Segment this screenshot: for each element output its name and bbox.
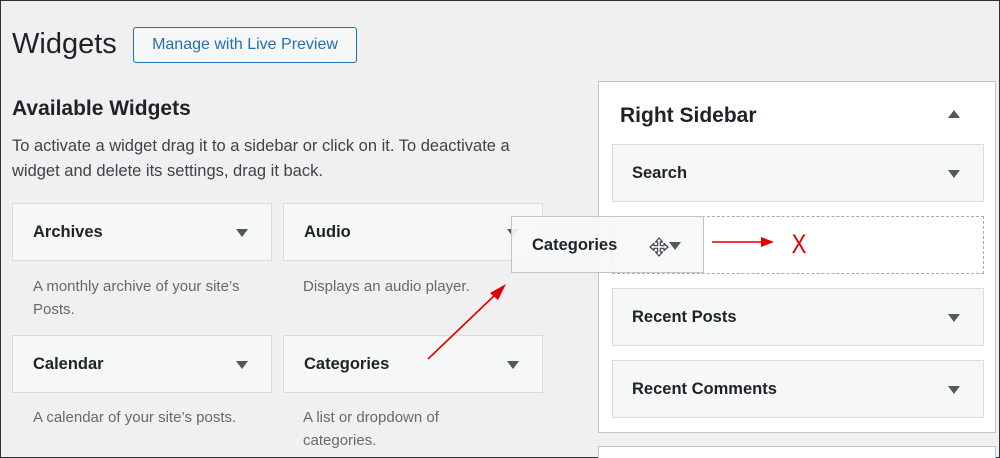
caret-down-icon[interactable] — [236, 229, 248, 237]
dragging-widget-categories[interactable]: Categories — [511, 216, 704, 273]
secondary-sidebar-panel — [598, 446, 996, 458]
caret-down-icon — [669, 242, 681, 250]
widget-title: Categories — [532, 236, 618, 254]
widget-calendar[interactable]: Calendar — [12, 335, 272, 393]
sidebar-title: Right Sidebar — [620, 104, 757, 127]
caret-down-icon[interactable] — [948, 170, 960, 178]
page-title: Widgets — [12, 28, 117, 60]
widget-title: Audio — [304, 223, 351, 241]
available-widgets-description: To activate a widget drag it to a sideba… — [12, 137, 510, 180]
caret-down-icon[interactable] — [507, 361, 519, 369]
widget-title: Search — [632, 164, 688, 182]
widget-title: Calendar — [33, 355, 104, 373]
sidebar-widget-search[interactable]: Search — [612, 144, 984, 202]
caret-down-icon[interactable] — [948, 386, 960, 394]
widget-title: Archives — [33, 223, 103, 241]
widget-description: A calendar of your site’s posts. — [33, 409, 237, 426]
widget-audio[interactable]: Audio — [283, 203, 543, 261]
sidebar-widget-recent-posts[interactable]: Recent Posts — [612, 288, 984, 346]
widget-description: A monthly archive of your site’s Posts. — [33, 278, 240, 318]
widget-archives[interactable]: Archives — [12, 203, 272, 261]
collapse-icon[interactable] — [948, 110, 960, 118]
caret-down-icon[interactable] — [236, 361, 248, 369]
widget-description: A list or dropdown of categories. — [303, 409, 439, 449]
available-widgets-heading: Available Widgets — [12, 97, 191, 120]
widget-categories[interactable]: Categories — [283, 335, 543, 393]
widget-title: Recent Posts — [632, 308, 737, 326]
widget-title: Categories — [304, 355, 390, 373]
caret-down-icon[interactable] — [948, 314, 960, 322]
widget-description: Displays an audio player. — [303, 278, 470, 295]
sidebar-widget-recent-comments[interactable]: Recent Comments — [612, 360, 984, 418]
manage-live-preview-button[interactable]: Manage with Live Preview — [133, 27, 357, 63]
widget-title: Recent Comments — [632, 380, 777, 398]
x-mark-annotation: X — [791, 229, 807, 259]
move-cursor-icon — [649, 237, 669, 257]
